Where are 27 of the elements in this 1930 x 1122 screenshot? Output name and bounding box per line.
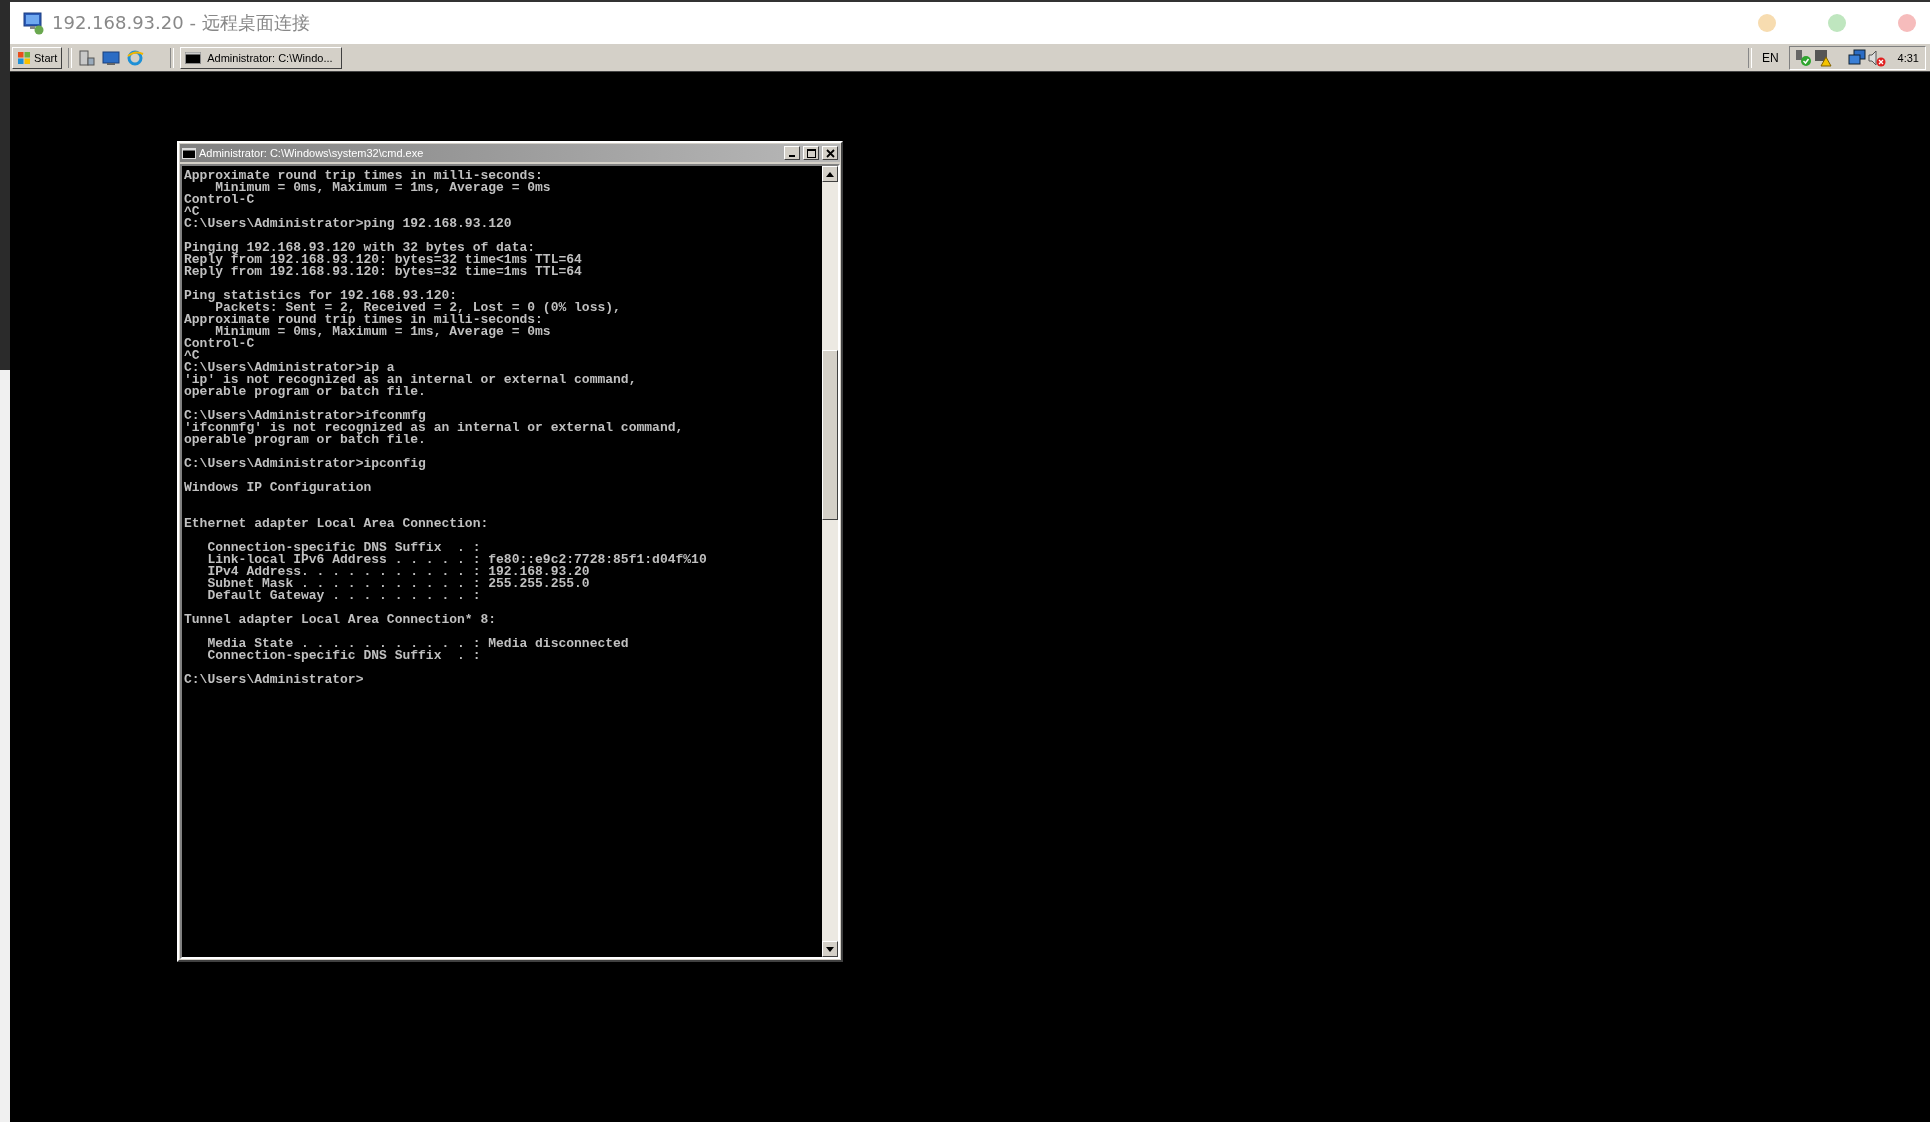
plug-check-icon[interactable] (1793, 48, 1812, 67)
network-icon[interactable] (1847, 48, 1866, 67)
windows-logo-icon (17, 50, 31, 65)
close-icon (825, 148, 835, 158)
maximize-button[interactable] (803, 146, 819, 160)
speaker-muted-icon[interactable] (1867, 48, 1886, 67)
scrollbar-thumb[interactable] (822, 350, 838, 520)
server-icon[interactable] (78, 48, 97, 67)
monitor-icon (22, 11, 46, 35)
close-button[interactable] (822, 146, 838, 160)
warning-icon[interactable] (1813, 48, 1832, 67)
window-title: 192.168.93.20 - 远程桌面连接 (52, 11, 310, 35)
scroll-down-button[interactable] (822, 941, 838, 957)
scroll-up-button[interactable] (822, 166, 838, 182)
desktop-icon[interactable] (102, 48, 121, 67)
console-output: Approximate round trip times in milli-seconds: Minimum = 0ms, Maximum = 1ms, Average = 0ms Control-C ^C C:\Users\Administrator>ping 192.168.93.120 Pinging 192.168.93.120 with 32 bytes of data: Reply from 192.168.93.120: bytes=32 time<1ms TTL=64 Reply from 192.168.93.120: bytes=32 time=1ms TTL=64 Ping statistics for 192.168.93.120: Packets: Sent = 2, Received = 2, Lost = 0 (0% loss), Approximate round trip times in milli-seconds: Minimum = 0ms, Maximum = 1ms, Average = 0ms Control-C ^C C:\Users\Administrator>ip a 'ip' is not recognized as an internal or external command, operable program or batch file. C:\Users\Administrator>ifconmfg 'ifconmfg' is not recognized as an internal or external command, operable program or batch file. C:\Users\Administrator>ipconfig Windows IP Configuration Ethernet adapter Local Area Connection: Connection-specific DNS Suffix . : Link-local IPv6 Address . . . . . : fe80::e9c2:7728:85f1:d04f%10 IPv4 Address. . . . . . . . . . . : 192.168.93.20 Subnet Mask . . . . . . . . . . . : 255.255.255.0 Default Gateway . . . . . . . . . : Tunnel adapter Local Area Connection* 8: Media State . . . . . . . . . . . : Media disconnected Connection-specific DNS Suffix . : C:\Users\Administrator> (182, 166, 822, 957)
scrollbar[interactable] (822, 166, 838, 957)
minimize-button[interactable] (784, 146, 800, 160)
start-button[interactable]: Start (12, 46, 63, 69)
console-title: Administrator: C:\Windows\system32\cmd.exe (199, 147, 425, 159)
up-arrow-icon (826, 171, 834, 177)
terminal-icon (185, 51, 202, 64)
language-indicator[interactable]: EN (1757, 50, 1783, 65)
clock: 4:31 (1897, 51, 1919, 64)
taskbar-button[interactable]: Administrator: C:\Windo... (180, 46, 343, 69)
down-arrow-icon (826, 946, 834, 952)
terminal-icon (182, 147, 196, 159)
